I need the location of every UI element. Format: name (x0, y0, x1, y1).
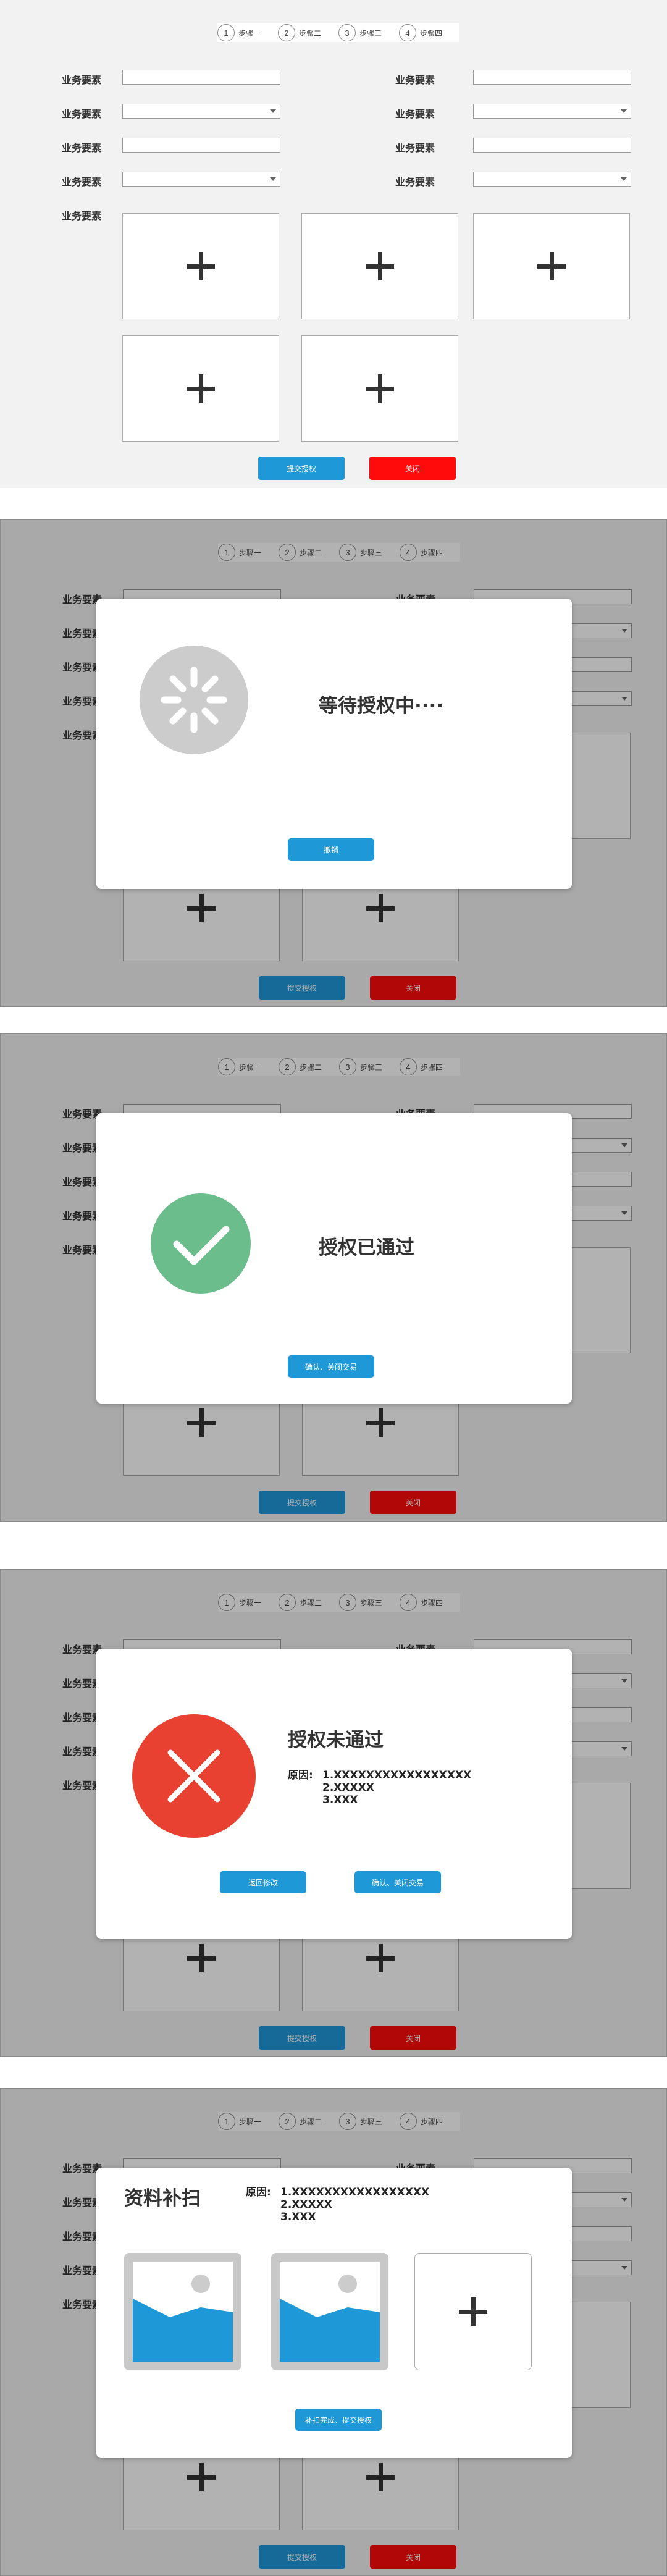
form-screen-waiting: 1 步骤一 2 步骤二 3 步骤三 4 步骤四 业务要素 业务要素 业务要素 业务要素 … (0, 519, 667, 1007)
step-label: 步骤一 (238, 28, 261, 38)
approved-modal: 授权已通过 确认、关闭交易 (96, 1113, 572, 1404)
step-number: 1 (217, 24, 235, 41)
confirm-close-transaction-button[interactable]: 确认、关闭交易 (288, 1355, 374, 1378)
dropdown-caret-icon (621, 177, 627, 181)
cross-icon (132, 1714, 256, 1838)
step-number: 4 (399, 24, 416, 41)
form-screen-default: 1 步骤一 2 步骤二 3 步骤三 4 步骤四 业务要素 业务要素 业务要素 业务要素 … (0, 0, 667, 488)
form-screen-approved: 1 步骤一 2 步骤二 3 步骤三 4 步骤四 业务要素 业务要素 业务要素 业务要素 … (0, 1033, 667, 1522)
image-icon (280, 2275, 380, 2362)
reason-item: 3.XXX (280, 2211, 316, 2223)
check-icon (151, 1193, 251, 1294)
step-3: 3 步骤三 (338, 23, 382, 42)
text-input[interactable] (473, 70, 631, 85)
reason-item: 1.XXXXXXXXXXXXXXXXX (280, 2186, 430, 2199)
step-indicator: 1 步骤一 2 步骤二 3 步骤三 4 步骤四 (217, 23, 459, 42)
upload-slot[interactable] (473, 213, 630, 319)
dropdown-caret-icon (621, 109, 627, 113)
waiting-title: 等待授权中···· (319, 695, 444, 717)
reason-item: 2.XXXXX (322, 1782, 374, 1794)
spinner-icon (140, 646, 248, 754)
reason-label: 原因: (288, 1769, 313, 1782)
upload-slot[interactable] (122, 213, 279, 319)
back-to-edit-button[interactable]: 返回修改 (220, 1871, 306, 1893)
select-input[interactable] (473, 104, 631, 119)
field-label: 业务要素 (62, 210, 102, 222)
rescan-reasons: 原因: 1.XXXXXXXXXXXXXXXXX 2.XXXXX 3.XXX (246, 2186, 429, 2223)
image-icon (133, 2275, 233, 2362)
field-label: 业务要素 (62, 74, 102, 86)
rejected-modal: 授权未通过 原因: 1.XXXXXXXXXXXXXXXXX 2.XXXXX 3.X… (96, 1649, 572, 1939)
dropdown-caret-icon (270, 109, 276, 113)
text-input[interactable] (473, 138, 631, 153)
reason-label: 原因: (246, 2186, 271, 2199)
reason-item: 3.XXX (322, 1794, 358, 1806)
upload-slot[interactable] (122, 335, 279, 442)
rescan-title: 资料补扫 (124, 2187, 201, 2210)
field-label: 业务要素 (395, 176, 435, 188)
form-screen-rejected: 1 步骤一 2 步骤二 3 步骤三 4 步骤四 业务要素 业务要素 业务要素 业务要素 … (0, 1569, 667, 2057)
rescan-upload-slot[interactable] (414, 2253, 532, 2370)
step-number: 3 (338, 24, 356, 41)
upload-slot[interactable] (301, 213, 458, 319)
field-label: 业务要素 (62, 176, 102, 188)
submit-authorization-button[interactable]: 提交授权 (258, 457, 345, 480)
reason-item: 2.XXXXX (280, 2199, 332, 2211)
scanned-image[interactable] (124, 2253, 241, 2370)
plus-icon (366, 374, 394, 403)
reason-item: 1.XXXXXXXXXXXXXXXXX (322, 1769, 472, 1782)
close-button[interactable]: 关闭 (369, 457, 456, 480)
step-1: 1 步骤一 (217, 23, 261, 42)
step-4: 4 步骤四 (399, 23, 442, 42)
rejection-reasons: 原因: 1.XXXXXXXXXXXXXXXXX 2.XXXXX 3.XXX (288, 1769, 471, 1806)
form-screen-rescan: 1 步骤一 2 步骤二 3 步骤三 4 步骤四 业务要素 业务要素 业务要素 业务要素 … (0, 2088, 667, 2576)
plus-icon (459, 2297, 487, 2326)
scanned-image[interactable] (271, 2253, 388, 2370)
rescan-submit-button[interactable]: 补扫完成、提交授权 (295, 2409, 382, 2431)
confirm-close-transaction-button[interactable]: 确认、关闭交易 (354, 1871, 441, 1893)
cancel-button[interactable]: 撤销 (288, 838, 374, 861)
plus-icon (537, 252, 566, 280)
plus-icon (187, 252, 215, 280)
step-label: 步骤三 (359, 28, 382, 38)
rejected-title: 授权未通过 (288, 1729, 384, 1751)
waiting-modal: 等待授权中···· 撤销 (96, 599, 572, 889)
text-input[interactable] (122, 138, 280, 153)
dropdown-caret-icon (270, 177, 276, 181)
approved-title: 授权已通过 (319, 1237, 414, 1259)
plus-icon (366, 252, 394, 280)
text-input[interactable] (122, 70, 280, 85)
field-label: 业务要素 (395, 142, 435, 154)
step-label: 步骤二 (299, 28, 322, 38)
field-label: 业务要素 (395, 108, 435, 120)
step-label: 步骤四 (420, 28, 443, 38)
upload-slot[interactable] (301, 335, 458, 442)
plus-icon (187, 374, 215, 403)
rescan-modal: 资料补扫 原因: 1.XXXXXXXXXXXXXXXXX 2.XXXXX 3.XX… (96, 2168, 572, 2458)
select-input[interactable] (122, 172, 280, 187)
step-number: 2 (278, 24, 295, 41)
field-label: 业务要素 (62, 142, 102, 154)
field-label: 业务要素 (62, 108, 102, 120)
field-label: 业务要素 (395, 74, 435, 86)
select-input[interactable] (122, 104, 280, 119)
step-2: 2 步骤二 (278, 23, 321, 42)
select-input[interactable] (473, 172, 631, 187)
